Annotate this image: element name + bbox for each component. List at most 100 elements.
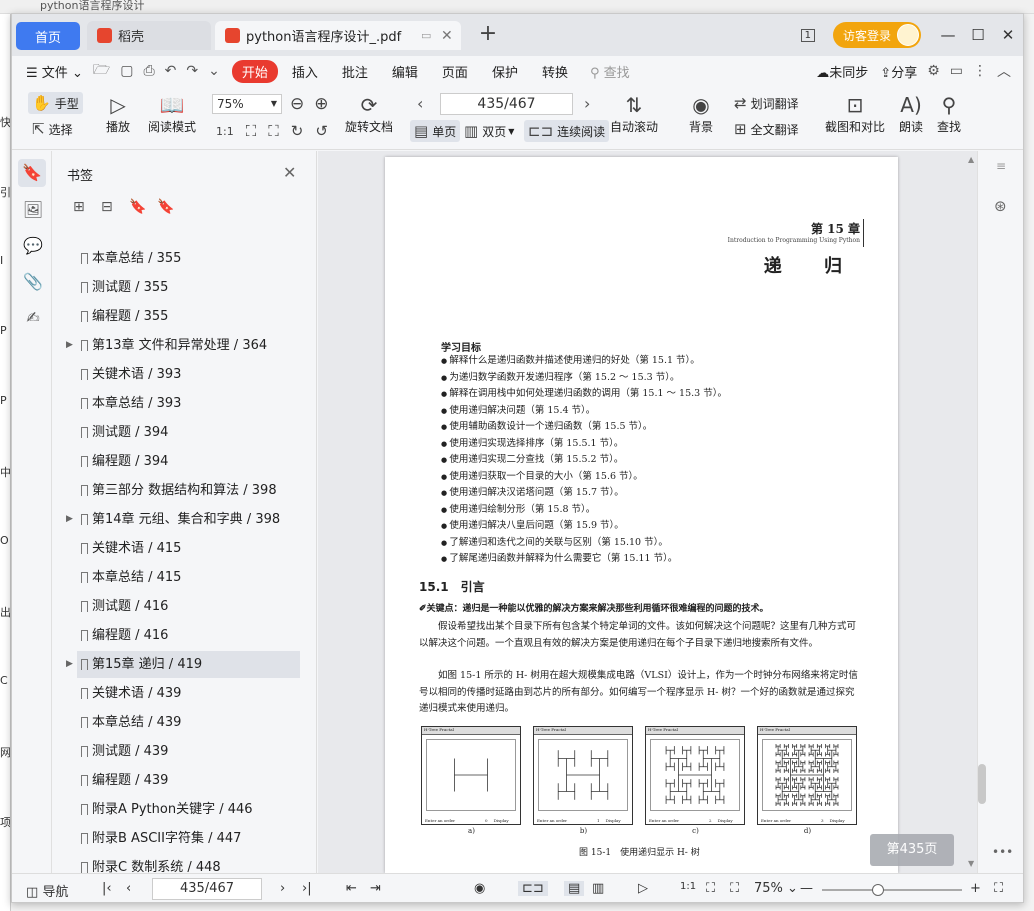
ai-search-icon[interactable]: ⊛ bbox=[994, 197, 1007, 215]
actual-size-icon[interactable]: 1:1 bbox=[680, 881, 696, 892]
menu-start[interactable]: 开始 bbox=[231, 59, 278, 83]
bookmark-item[interactable]: 附录A Python关键字 / 446 bbox=[77, 796, 300, 823]
play-icon[interactable]: ▷ bbox=[638, 881, 648, 896]
pin-icon[interactable]: ▭ bbox=[421, 29, 431, 42]
save-icon[interactable]: ▢ bbox=[120, 63, 133, 79]
scroll-up-icon[interactable]: ▲ bbox=[968, 155, 974, 164]
maximize-icon[interactable]: ☐ bbox=[965, 26, 991, 44]
tab-pdf[interactable]: python语言程序设计_.pdf ▭ ✕ bbox=[215, 21, 461, 50]
menu-convert[interactable]: 转换 bbox=[542, 62, 568, 81]
status-zoom[interactable]: 75% ⌄ bbox=[754, 881, 798, 896]
thumbnail-icon[interactable]: 🖼 bbox=[22, 199, 44, 221]
zoom-in-icon[interactable]: + bbox=[970, 881, 981, 896]
bookmark-item[interactable]: 第三部分 数据结构和算法 / 398 bbox=[77, 477, 300, 504]
bookmark-collapse-icon[interactable]: 🔖 bbox=[157, 199, 185, 215]
status-page-input[interactable]: 435/467 bbox=[152, 878, 262, 900]
word-translate-button[interactable]: ⇄ 划词翻译 bbox=[734, 94, 799, 112]
double-page-button[interactable]: ▥ 双页 ▼ bbox=[464, 122, 514, 140]
bookmark-item[interactable]: 附录B ASCII字符集 / 447 bbox=[77, 825, 300, 852]
document-scrollbar[interactable] bbox=[978, 764, 986, 804]
fit-page-icon[interactable]: ⛶ bbox=[246, 122, 257, 140]
bookmark-item[interactable]: 测试题 / 416 bbox=[77, 593, 300, 620]
bookmark-item[interactable]: 关键术语 / 393 bbox=[77, 361, 300, 388]
hand-tool[interactable]: ✋ 手型 bbox=[28, 92, 83, 114]
bookmark-item[interactable]: 编程题 / 416 bbox=[77, 622, 300, 649]
zoom-out-icon[interactable]: — bbox=[800, 881, 813, 896]
add-sub-bookmark-icon[interactable]: ⊟ bbox=[101, 199, 129, 215]
zoom-in-icon[interactable]: ⊕ bbox=[314, 94, 328, 114]
more-icon[interactable]: ⋮ bbox=[973, 63, 987, 79]
rotate-left-icon[interactable]: ↻ bbox=[291, 122, 304, 140]
bookmark-item[interactable]: 编程题 / 394 bbox=[77, 448, 300, 475]
bookmark-icon[interactable]: 🔖 bbox=[18, 159, 46, 187]
double-page-icon[interactable]: ▥ bbox=[592, 881, 604, 896]
auto-scroll-button[interactable]: ⇅ 自动滚动 bbox=[610, 92, 658, 135]
continuous-icon[interactable]: ⊏⊐ bbox=[518, 881, 548, 896]
menu-page[interactable]: 页面 bbox=[442, 62, 468, 81]
expand-arrow-icon[interactable]: ▶ bbox=[66, 332, 73, 359]
drag-handle-icon[interactable]: ≡ bbox=[996, 159, 1006, 173]
unsync-button[interactable]: ☁未同步 bbox=[816, 62, 868, 81]
bookmark-item[interactable]: ▶ 第14章 元组、集合和字典 / 398 bbox=[66, 506, 300, 533]
redo-icon[interactable]: ↷ bbox=[186, 63, 198, 79]
fullscreen-icon[interactable]: ⛶ bbox=[994, 881, 1003, 896]
attachment-icon[interactable]: 📎 bbox=[22, 271, 44, 293]
more-dropdown-icon[interactable]: ⌄ bbox=[208, 63, 220, 79]
new-tab-button[interactable]: + bbox=[475, 22, 501, 48]
fit-width-icon[interactable]: ⛶ bbox=[730, 881, 739, 896]
bookmark-item[interactable]: ▶ 第13章 文件和异常处理 / 364 bbox=[66, 332, 300, 359]
bookmark-item[interactable]: 测试题 / 439 bbox=[77, 738, 300, 765]
nav-button[interactable]: ◫ 导航 bbox=[26, 881, 68, 900]
find-button[interactable]: ⚲ 查找 bbox=[937, 92, 961, 135]
prev-page-icon[interactable]: ‹ bbox=[417, 94, 423, 113]
bookmark-expand-icon[interactable]: 🔖 bbox=[129, 199, 157, 215]
close-tab-icon[interactable]: ✕ bbox=[441, 28, 453, 44]
bookmark-item[interactable]: 本章总结 / 393 bbox=[77, 390, 300, 417]
zoom-slider[interactable] bbox=[822, 884, 962, 896]
settings-icon[interactable]: ⚙ bbox=[927, 63, 940, 79]
play-button[interactable]: ▷ 播放 bbox=[106, 92, 130, 135]
minimize-icon[interactable]: — bbox=[935, 26, 961, 44]
select-tool[interactable]: ⇱ 选择 bbox=[32, 120, 73, 138]
zoom-select[interactable]: 75% ▼ bbox=[212, 94, 282, 114]
open-icon[interactable]: 🗁 bbox=[93, 59, 110, 83]
next-page-icon[interactable]: › bbox=[584, 94, 590, 113]
menu-annotate[interactable]: 批注 bbox=[342, 62, 368, 81]
bookmark-item[interactable]: 关键术语 / 439 bbox=[77, 680, 300, 707]
bookmark-item[interactable]: 本章总结 / 439 bbox=[77, 709, 300, 736]
page-input[interactable]: 435/467 bbox=[440, 93, 573, 115]
read-mode-button[interactable]: 📖 阅读模式 bbox=[148, 92, 196, 135]
bookmark-item[interactable]: 本章总结 / 415 bbox=[77, 564, 300, 591]
single-page-icon[interactable]: ▤ bbox=[564, 881, 585, 896]
background-button[interactable]: ◉ 背景 bbox=[689, 92, 713, 135]
expand-arrow-icon[interactable]: ▶ bbox=[66, 651, 73, 678]
zoom-out-icon[interactable]: ⊖ bbox=[290, 94, 304, 114]
menu-insert[interactable]: 插入 bbox=[292, 62, 318, 81]
print-icon[interactable]: ⎙ bbox=[143, 63, 154, 79]
visitor-login-button[interactable]: 访客登录 bbox=[832, 22, 921, 48]
prev-page-icon[interactable]: ‹ bbox=[126, 881, 131, 896]
rotate-document-button[interactable]: ⟳ 旋转文档 bbox=[345, 92, 393, 135]
expand-arrow-icon[interactable]: ▶ bbox=[66, 506, 73, 533]
fit-page-icon[interactable]: ⛶ bbox=[706, 881, 715, 896]
scroll-down-icon[interactable]: ▼ bbox=[968, 859, 974, 868]
read-aloud-button[interactable]: A) 朗读 bbox=[899, 92, 923, 135]
tab-home[interactable]: 首页 bbox=[16, 22, 80, 50]
rotate-right-icon[interactable]: ↺ bbox=[315, 122, 328, 140]
first-page-icon[interactable]: |‹ bbox=[102, 881, 112, 896]
tab-docer[interactable]: 稻壳 bbox=[87, 21, 211, 50]
undo-icon[interactable]: ↶ bbox=[165, 63, 177, 79]
continuous-read-button[interactable]: ⊏⊐ 连续阅读 bbox=[524, 120, 610, 142]
menu-edit[interactable]: 编辑 bbox=[392, 62, 418, 81]
bookmark-item[interactable]: ▶ 第15章 递归 / 419 bbox=[66, 651, 300, 678]
next-page-icon[interactable]: › bbox=[280, 881, 285, 896]
zoom-slider-handle[interactable] bbox=[872, 884, 884, 896]
screenshot-compare-button[interactable]: ⊡ 截图和对比 bbox=[825, 92, 885, 135]
collapse-icon[interactable]: ︿ bbox=[997, 61, 1011, 81]
share-button[interactable]: ⇪分享 bbox=[880, 62, 917, 81]
menu-file[interactable]: ☰ 文件 ⌄ bbox=[26, 62, 83, 81]
full-translate-button[interactable]: ⊞ 全文翻译 bbox=[734, 120, 799, 138]
forward-icon[interactable]: ⇥ bbox=[370, 881, 381, 896]
more-icon[interactable]: ••• bbox=[992, 845, 1013, 859]
fit-width-icon[interactable]: ⛶ bbox=[268, 122, 279, 140]
